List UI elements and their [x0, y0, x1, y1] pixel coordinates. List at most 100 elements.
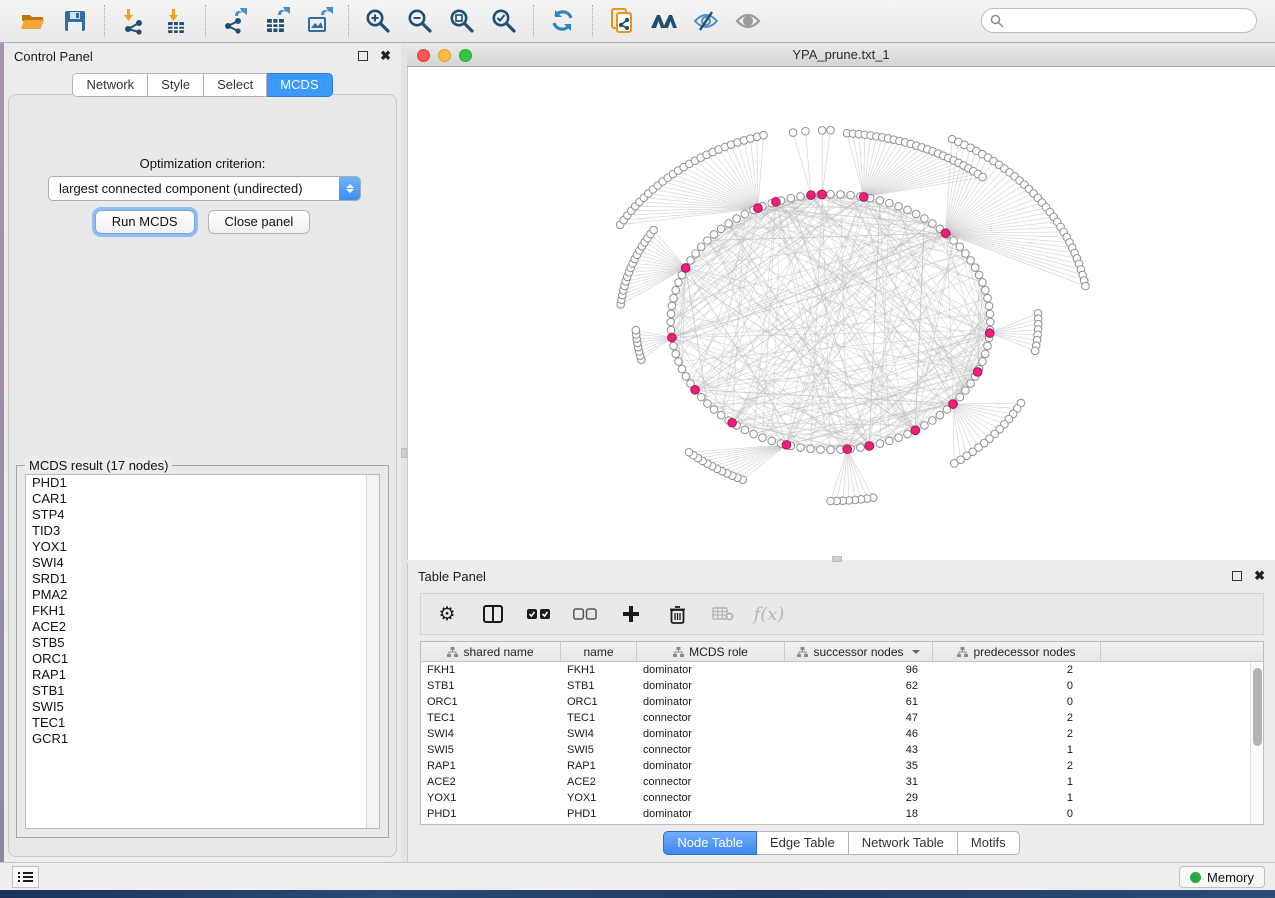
column-header-name[interactable]: name — [561, 642, 637, 661]
column-header-MCDS-role[interactable]: MCDS role — [637, 642, 785, 661]
toolbar-separator — [348, 5, 349, 37]
close-table-panel-icon[interactable]: ✖ — [1254, 571, 1265, 581]
zoom-out-icon[interactable] — [405, 6, 435, 36]
import-network-icon[interactable] — [119, 6, 149, 36]
list-item[interactable]: SRD1 — [26, 571, 379, 587]
list-item[interactable]: TEC1 — [26, 715, 379, 731]
tab-edge-table[interactable]: Edge Table — [757, 831, 849, 855]
hide-panel-eye-icon[interactable] — [691, 6, 721, 36]
share-document-icon[interactable] — [607, 6, 637, 36]
add-column-icon[interactable] — [619, 602, 643, 626]
table-row[interactable]: RAP1RAP1dominator352 — [421, 758, 1250, 774]
delete-column-trash-icon[interactable] — [665, 602, 689, 626]
table-settings-gear-icon[interactable]: ⚙ — [435, 602, 459, 626]
refresh-layout-icon[interactable] — [548, 6, 578, 36]
memory-button[interactable]: Memory — [1179, 866, 1265, 888]
list-item[interactable]: CAR1 — [26, 491, 379, 507]
table-cell: RAP1 — [421, 758, 561, 774]
tab-mcds[interactable]: MCDS — [267, 73, 332, 97]
table-row[interactable]: FKH1FKH1dominator962 — [421, 662, 1250, 678]
list-item[interactable]: YOX1 — [26, 539, 379, 555]
function-builder-icon[interactable]: f(x) — [757, 602, 781, 626]
table-cell: YOX1 — [421, 790, 561, 806]
table-cell: connector — [637, 790, 785, 806]
table-row[interactable]: PHD1PHD1dominator180 — [421, 806, 1250, 822]
table-header-row: shared namenameMCDS rolesuccessor nodesp… — [421, 642, 1263, 662]
list-item[interactable]: ACE2 — [26, 619, 379, 635]
export-network-icon[interactable] — [220, 6, 250, 36]
delete-table-icon[interactable] — [711, 602, 735, 626]
table-scrollbar[interactable] — [1250, 662, 1263, 824]
mcds-result-list[interactable]: PHD1CAR1STP4TID3YOX1SWI4SRD1PMA2FKH1ACE2… — [25, 474, 380, 829]
tab-style[interactable]: Style — [148, 73, 204, 97]
list-item[interactable]: STB1 — [26, 683, 379, 699]
table-row[interactable]: ACE2ACE2connector311 — [421, 774, 1250, 790]
table-tabs: Node TableEdge TableNetwork TableMotifs — [408, 831, 1275, 855]
close-panel-icon[interactable]: ✖ — [380, 51, 391, 61]
minimize-window-icon[interactable] — [438, 49, 451, 62]
table-cell: 1 — [933, 774, 1088, 790]
list-item[interactable]: PMA2 — [26, 587, 379, 603]
table-cell: FKH1 — [421, 662, 561, 678]
list-item[interactable]: TID3 — [26, 523, 379, 539]
export-image-icon[interactable] — [304, 6, 334, 36]
table-row[interactable]: YOX1YOX1connector291 — [421, 790, 1250, 806]
criterion-dropdown[interactable]: largest connected component (undirected) — [48, 176, 361, 201]
float-table-panel-icon[interactable] — [1232, 571, 1242, 581]
table-cell: dominator — [637, 726, 785, 742]
list-item[interactable]: SWI4 — [26, 555, 379, 571]
network-titlebar: YPA_prune.txt_1 — [407, 43, 1275, 67]
table-row[interactable]: SWI4SWI4dominator462 — [421, 726, 1250, 742]
import-table-icon[interactable] — [161, 6, 191, 36]
search-field[interactable] — [981, 8, 1257, 33]
table-row[interactable]: SWI5SWI5connector431 — [421, 742, 1250, 758]
close-window-icon[interactable] — [417, 49, 430, 62]
select-all-rows-icon[interactable] — [527, 602, 551, 626]
optimization-criterion-label: Optimization criterion: — [4, 156, 401, 171]
list-item[interactable]: FKH1 — [26, 603, 379, 619]
zoom-fit-icon[interactable] — [447, 6, 477, 36]
export-table-icon[interactable] — [262, 6, 292, 36]
column-header-predecessor-nodes[interactable]: predecessor nodes — [933, 642, 1101, 661]
show-panel-eye-icon[interactable] — [733, 6, 763, 36]
table-panel-title: Table Panel — [418, 569, 486, 584]
tab-network-table[interactable]: Network Table — [849, 831, 958, 855]
list-item[interactable]: GCR1 — [26, 731, 379, 747]
open-file-icon[interactable] — [18, 6, 48, 36]
column-pane-icon[interactable] — [481, 602, 505, 626]
zoom-selected-icon[interactable] — [489, 6, 519, 36]
run-mcds-button[interactable]: Run MCDS — [95, 210, 195, 234]
table-cell: dominator — [637, 678, 785, 694]
column-header-successor-nodes[interactable]: successor nodes — [785, 642, 933, 661]
column-header-shared-name[interactable]: shared name — [421, 642, 561, 661]
tab-network[interactable]: Network — [72, 73, 148, 97]
network-canvas[interactable] — [407, 67, 1275, 560]
deselect-all-rows-icon[interactable] — [573, 602, 597, 626]
list-scrollbar[interactable] — [366, 475, 379, 828]
search-network-icon[interactable] — [649, 6, 679, 36]
list-item[interactable]: ORC1 — [26, 651, 379, 667]
table-row[interactable]: TEC1TEC1connector472 — [421, 710, 1250, 726]
table-row[interactable]: ORC1ORC1dominator610 — [421, 694, 1250, 710]
search-input[interactable] — [1004, 14, 1256, 28]
table-row[interactable]: STB1STB1dominator620 — [421, 678, 1250, 694]
list-item[interactable]: STP4 — [26, 507, 379, 523]
table-cell: 46 — [785, 726, 933, 742]
table-cell: ORC1 — [561, 694, 637, 710]
tab-node-table[interactable]: Node Table — [663, 831, 757, 855]
maximize-window-icon[interactable] — [459, 49, 472, 62]
zoom-in-icon[interactable] — [363, 6, 393, 36]
list-item[interactable]: SWI5 — [26, 699, 379, 715]
table-splitter-grab[interactable] — [832, 556, 842, 562]
table-cell: ACE2 — [561, 774, 637, 790]
close-panel-button[interactable]: Close panel — [208, 210, 311, 234]
float-panel-icon[interactable] — [358, 51, 368, 61]
tab-motifs[interactable]: Motifs — [958, 831, 1020, 855]
task-history-button[interactable] — [12, 866, 39, 888]
list-item[interactable]: STB5 — [26, 635, 379, 651]
table-cell: PHD1 — [421, 806, 561, 822]
tab-select[interactable]: Select — [204, 73, 267, 97]
list-item[interactable]: RAP1 — [26, 667, 379, 683]
list-item[interactable]: PHD1 — [26, 475, 379, 491]
save-icon[interactable] — [60, 6, 90, 36]
